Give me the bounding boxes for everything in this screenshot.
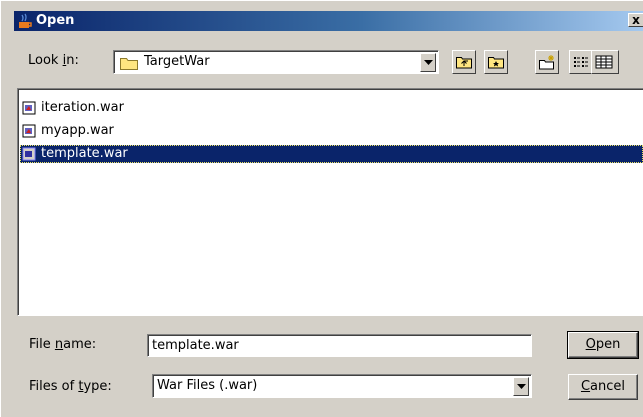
file-type-value: War Files (.war) [157, 378, 258, 393]
up-folder-icon [456, 57, 472, 69]
close-icon: x [632, 13, 640, 27]
file-type-combo[interactable]: War Files (.war) [152, 374, 532, 398]
file-name-label: File name: [29, 337, 97, 352]
title-bar[interactable]: Open x [14, 11, 643, 31]
java-cup-icon [19, 13, 32, 28]
file-item-template[interactable]: template.war [20, 145, 643, 163]
cancel-button[interactable]: Cancel [568, 374, 638, 400]
look-in-dropdown-arrow[interactable] [420, 53, 436, 72]
chevron-down-icon [424, 60, 433, 65]
look-in-value: TargetWar [144, 54, 210, 69]
list-view-icon [574, 57, 588, 67]
close-button[interactable]: x [628, 13, 643, 27]
open-dialog: Open x Look in: TargetWar iteration.war … [0, 0, 643, 417]
list-view-button[interactable] [569, 50, 593, 74]
window-title: Open [36, 13, 75, 28]
file-type-label: Files of type: [29, 379, 112, 394]
open-button[interactable]: Open [567, 331, 639, 359]
war-file-icon [22, 124, 36, 138]
look-in-label: Look in: [28, 53, 79, 68]
war-file-icon [22, 147, 36, 161]
chevron-down-icon [517, 384, 526, 389]
up-one-level-button[interactable] [452, 50, 476, 74]
file-name-label: iteration.war [41, 100, 124, 115]
look-in-combo[interactable]: TargetWar [113, 50, 439, 74]
new-folder-icon [539, 55, 554, 70]
file-type-dropdown-arrow[interactable] [513, 377, 529, 396]
home-folder-icon [488, 57, 504, 69]
new-folder-button[interactable] [535, 50, 559, 74]
details-view-icon [595, 55, 613, 69]
war-file-icon [22, 101, 36, 115]
file-name-label: myapp.war [41, 123, 114, 138]
file-name-input[interactable]: template.war [147, 334, 532, 357]
file-list[interactable]: iteration.war myapp.war template.war [17, 88, 643, 316]
details-view-button[interactable] [591, 50, 619, 74]
home-button[interactable] [484, 50, 508, 74]
file-name-label: template.war [41, 146, 128, 161]
folder-icon [120, 58, 138, 70]
